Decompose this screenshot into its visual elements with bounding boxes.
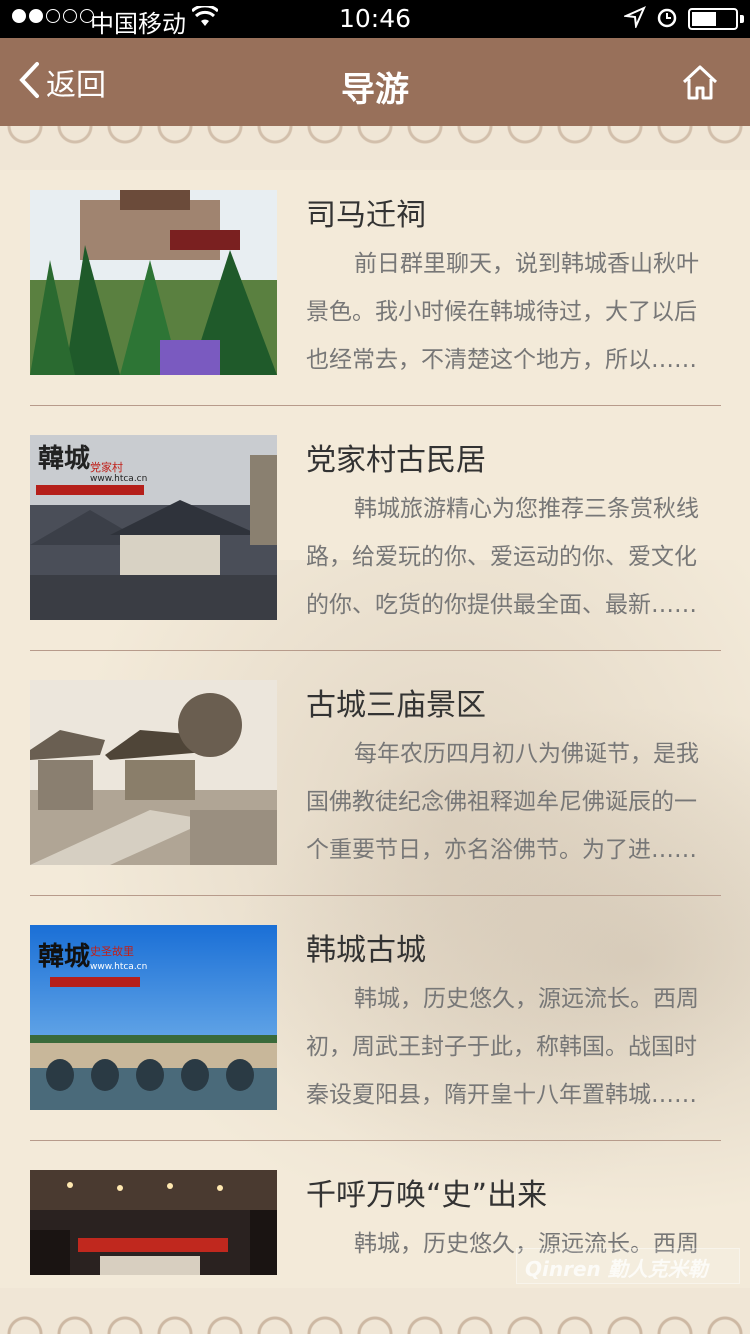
thumbnail-dangjia-village: 韓城 党家村 www.htca.cn bbox=[30, 435, 277, 620]
item-title: 千呼万唤“史”出来 bbox=[306, 1178, 548, 1213]
battery-icon bbox=[688, 8, 744, 30]
thumbnail-simaqian-temple bbox=[30, 190, 277, 375]
list-item[interactable]: 韓城 党家村 www.htca.cn 党家村古民居 韩城旅游精心为您推荐三条赏秋… bbox=[30, 405, 721, 651]
nav-bar: 返回 导游 bbox=[0, 38, 750, 126]
item-description: 韩城旅游精心为您推荐三条赏秋线路，给爱玩的你、爱运动的你、爱文化的你、吃货的你提… bbox=[306, 496, 699, 618]
alarm-icon bbox=[656, 6, 678, 34]
svg-text:韓城: 韓城 bbox=[38, 942, 90, 972]
home-icon bbox=[680, 65, 720, 106]
svg-text:韓城: 韓城 bbox=[38, 444, 90, 474]
list-item[interactable]: 古城三庙景区 每年农历四月初八为佛诞节，是我国佛教徒纪念佛祖释迦牟尼佛诞辰的一个… bbox=[30, 650, 721, 896]
home-button[interactable] bbox=[680, 62, 720, 106]
item-description: 韩城，历史悠久，源远流长。西周初，周武王封子于此，称韩国。战国时秦设夏阳县，隋开… bbox=[306, 986, 699, 1108]
thumbnail-old-city-bridge: 韓城 史圣故里 www.htca.cn bbox=[30, 925, 277, 1110]
item-title: 韩城古城 bbox=[306, 933, 426, 968]
list-item[interactable]: 韓城 史圣故里 www.htca.cn 韩城古城 韩城，历史悠久，源远流长。西周… bbox=[30, 895, 721, 1141]
svg-text:www.htca.cn: www.htca.cn bbox=[90, 474, 147, 484]
status-bar: 中国移动 10:46 bbox=[0, 0, 750, 38]
watermark-logo: Qinren 勤人克米勒 bbox=[516, 1248, 740, 1284]
thumbnail-three-temples bbox=[30, 680, 277, 865]
item-title: 党家村古民居 bbox=[306, 443, 486, 478]
location-arrow-icon bbox=[622, 6, 646, 34]
list-item[interactable]: 司马迁祠 前日群里聊天，说到韩城香山秋叶景色。我小时候在韩城待过，大了以后也经常… bbox=[30, 160, 721, 406]
svg-text:党家村: 党家村 bbox=[90, 460, 123, 474]
item-description: 前日群里聊天，说到韩城香山秋叶景色。我小时候在韩城待过，大了以后也经常去，不清楚… bbox=[306, 251, 699, 373]
item-description: 每年农历四月初八为佛诞节，是我国佛教徒纪念佛祖释迦牟尼佛诞辰的一个重要节日，亦名… bbox=[306, 741, 699, 863]
thumbnail-exhibition-hall bbox=[30, 1170, 277, 1275]
item-title: 古城三庙景区 bbox=[306, 688, 486, 723]
svg-text:www.htca.cn: www.htca.cn bbox=[90, 962, 147, 972]
svg-text:史圣故里: 史圣故里 bbox=[90, 944, 134, 958]
item-title: 司马迁祠 bbox=[306, 198, 426, 233]
decorative-cloud-border-bottom bbox=[0, 1288, 750, 1334]
page-title: 导游 bbox=[341, 70, 409, 110]
